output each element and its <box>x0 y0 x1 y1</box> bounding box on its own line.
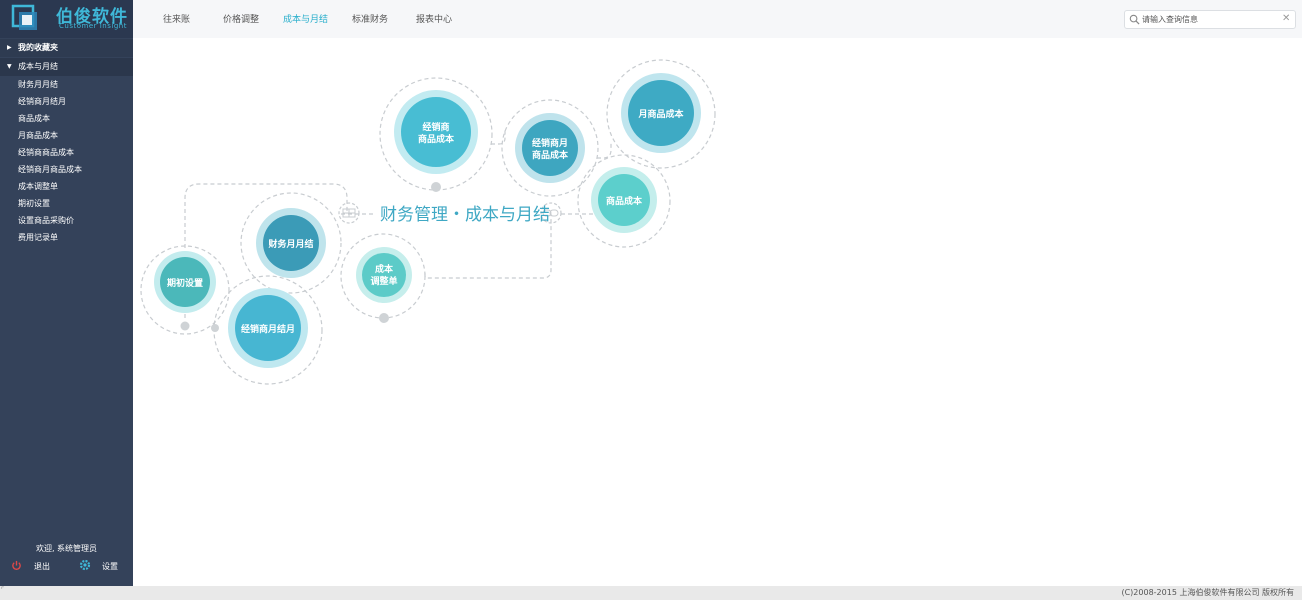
sidebar-item-month-goods-cost[interactable]: 月商品成本 <box>0 127 133 144</box>
nav-item-report-center[interactable]: 报表中心 <box>416 12 452 25</box>
logo-subtitle: Customer Insight <box>59 22 127 30</box>
settings-button[interactable]: 设置 <box>102 561 118 572</box>
caret-right-icon: ▶ <box>7 44 12 51</box>
sidebar-section-label: 成本与月结 <box>18 62 58 71</box>
svg-text:财务月月结: 财务月月结 <box>267 238 313 250</box>
copyright-text: (C)2008-2015 上海伯俊软件有限公司 版权所有 <box>1121 588 1294 597</box>
sidebar-menu: 财务月月结 经销商月结月 商品成本 月商品成本 经销商商品成本 经销商月商品成本… <box>0 76 133 246</box>
bubble-initial-setup[interactable]: 期初设置 <box>154 251 216 313</box>
sidebar-section-label: 我的收藏夹 <box>18 43 58 52</box>
connector-dot <box>379 313 389 323</box>
close-icon[interactable]: ✕ <box>1282 13 1290 25</box>
nav-item-ledger[interactable]: 往来账 <box>163 12 190 25</box>
svg-text:月商品成本: 月商品成本 <box>637 108 684 120</box>
bubble-dealer-goods-cost[interactable]: 经销商 商品成本 <box>394 90 478 174</box>
footer: ⌜ (C)2008-2015 上海伯俊软件有限公司 版权所有 <box>0 586 1302 600</box>
sidebar-item-expense-record[interactable]: 费用记录单 <box>0 229 133 246</box>
bubble-month-goods-cost[interactable]: 月商品成本 <box>621 73 701 153</box>
sidebar-item-dealer-goods-cost[interactable]: 经销商商品成本 <box>0 144 133 161</box>
sidebar-item-initial-setup[interactable]: 期初设置 <box>0 195 133 212</box>
sidebar-item-dealer-month[interactable]: 经销商月结月 <box>0 93 133 110</box>
bubble-dealer-month-goods-cost[interactable]: 经销商月 商品成本 <box>515 113 585 183</box>
svg-text:经销商: 经销商 <box>422 121 449 133</box>
sidebar-section-cost[interactable]: ▼ 成本与月结 <box>0 58 133 76</box>
search-icon <box>1129 14 1140 25</box>
sidebar: 伯俊软件 Customer Insight ▶ 我的收藏夹 ▼ 成本与月结 财务… <box>0 0 133 586</box>
bubble-cost-adjust[interactable]: 成本 调整单 <box>356 247 412 303</box>
cost-month-diagram: 财务管理・成本与月结 期初设置 财务月月结 经销商月结月 成本 调整单 经销商 … <box>140 59 716 385</box>
table-icon <box>338 202 360 224</box>
nav-item-price-adjust[interactable]: 价格调整 <box>223 12 259 25</box>
connector-dot <box>431 182 441 192</box>
svg-text:经销商月结月: 经销商月结月 <box>241 323 295 335</box>
caret-down-icon: ▼ <box>7 63 12 70</box>
sidebar-item-cost-adjust[interactable]: 成本调整单 <box>0 178 133 195</box>
connector-dot <box>180 321 190 331</box>
sidebar-item-purchase-price[interactable]: 设置商品采购价 <box>0 212 133 229</box>
welcome-text: 欢迎, 系统管理员 <box>35 544 98 553</box>
bubble-dealer-month[interactable]: 经销商月结月 <box>228 288 308 368</box>
search-input[interactable] <box>1142 12 1280 26</box>
power-icon[interactable] <box>11 560 22 571</box>
search-box: ✕ <box>1124 10 1296 29</box>
bubble-finance-month[interactable]: 财务月月结 <box>256 208 326 278</box>
svg-text:经销商月: 经销商月 <box>532 137 568 149</box>
connector-dot <box>211 324 219 332</box>
logo: 伯俊软件 Customer Insight <box>0 0 133 38</box>
diagram-title: 财务管理・成本与月结 <box>380 205 550 225</box>
sidebar-item-caiwu-month[interactable]: 财务月月结 <box>0 76 133 93</box>
svg-text:商品成本: 商品成本 <box>418 133 455 145</box>
sidebar-item-goods-cost[interactable]: 商品成本 <box>0 110 133 127</box>
resize-icon: ⌜ <box>1 586 5 594</box>
sidebar-item-dealer-month-goods-cost[interactable]: 经销商月商品成本 <box>0 161 133 178</box>
svg-text:成本: 成本 <box>375 263 394 275</box>
logout-button[interactable]: 退出 <box>34 561 50 572</box>
logo-icon <box>11 4 37 30</box>
svg-text:商品成本: 商品成本 <box>532 149 569 161</box>
svg-text:调整单: 调整单 <box>370 275 397 287</box>
connector-path <box>597 142 612 159</box>
svg-text:期初设置: 期初设置 <box>167 277 203 289</box>
nav-item-std-finance[interactable]: 标准财务 <box>352 12 388 25</box>
gear-icon[interactable] <box>79 559 91 571</box>
bubble-goods-cost[interactable]: 商品成本 <box>591 167 657 233</box>
svg-text:商品成本: 商品成本 <box>606 195 643 207</box>
nav-item-cost-month[interactable]: 成本与月结 <box>283 12 328 25</box>
sidebar-section-favorites[interactable]: ▶ 我的收藏夹 <box>0 39 133 57</box>
